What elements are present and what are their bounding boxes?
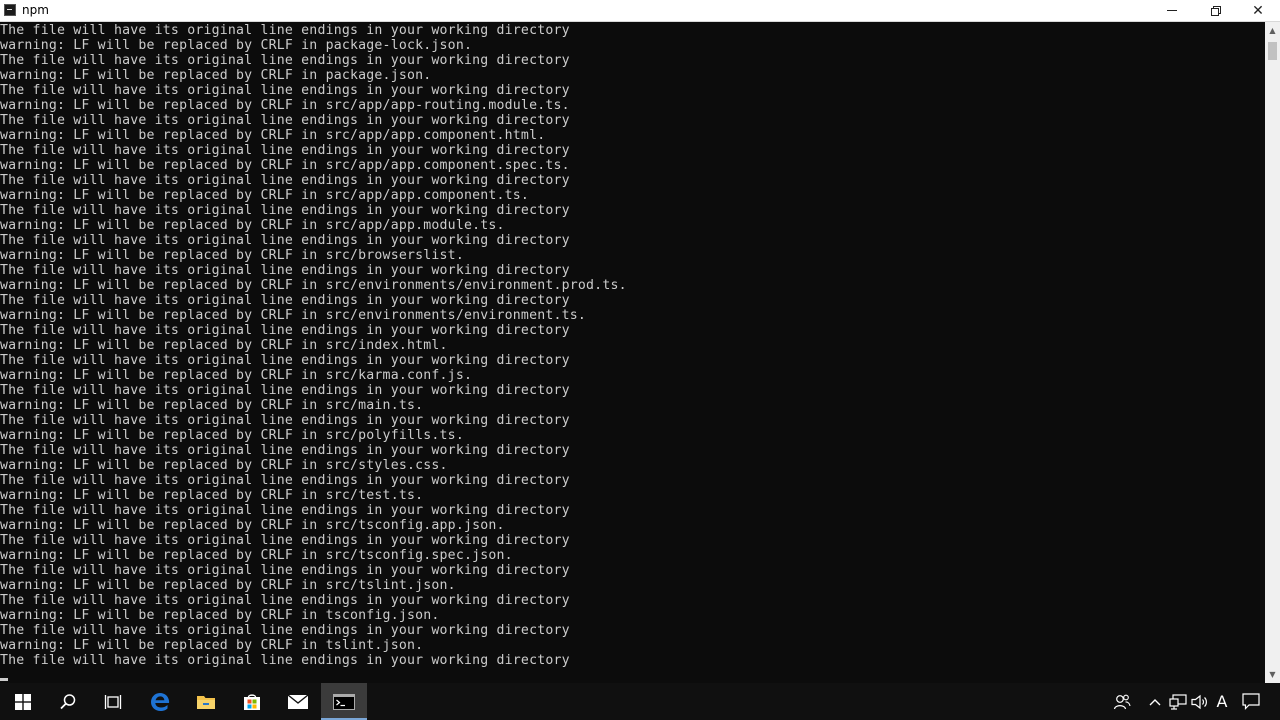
task-view-icon xyxy=(104,694,122,709)
people-icon xyxy=(1113,694,1131,709)
console-line: warning: LF will be replaced by CRLF in … xyxy=(0,158,570,173)
scroll-down-arrow-icon[interactable]: ▼ xyxy=(1265,666,1280,683)
console-line: The file will have its original line end… xyxy=(0,293,570,308)
console-line: The file will have its original line end… xyxy=(0,383,570,398)
show-hidden-icons-button[interactable] xyxy=(1146,683,1164,720)
taskbar-edge[interactable] xyxy=(137,683,183,720)
console-line: warning: LF will be replaced by CRLF in … xyxy=(0,338,448,353)
console-line: warning: LF will be replaced by CRLF in … xyxy=(0,38,473,53)
store-icon xyxy=(244,693,260,710)
console-line: warning: LF will be replaced by CRLF in … xyxy=(0,398,424,413)
console-line: warning: LF will be replaced by CRLF in … xyxy=(0,548,513,563)
console-line: The file will have its original line end… xyxy=(0,233,570,248)
console-line: warning: LF will be replaced by CRLF in … xyxy=(0,128,546,143)
action-center-button[interactable] xyxy=(1238,683,1264,720)
scrollbar-thumb[interactable] xyxy=(1268,42,1277,60)
console-line: warning: LF will be replaced by CRLF in … xyxy=(0,218,505,233)
input-method-indicator[interactable]: A xyxy=(1212,683,1232,720)
chevron-up-icon xyxy=(1149,698,1161,705)
console-line: warning: LF will be replaced by CRLF in … xyxy=(0,428,464,443)
console-line: The file will have its original line end… xyxy=(0,173,570,188)
minimize-button[interactable] xyxy=(1150,0,1194,21)
taskbar-command-prompt[interactable] xyxy=(321,683,367,720)
console-line: The file will have its original line end… xyxy=(0,533,570,548)
vertical-scrollbar[interactable]: ▲ ▼ xyxy=(1265,22,1280,683)
console-line: warning: LF will be replaced by CRLF in … xyxy=(0,368,473,383)
console-line: The file will have its original line end… xyxy=(0,203,570,218)
window-title: npm xyxy=(22,3,49,17)
console-line: The file will have its original line end… xyxy=(0,143,570,158)
start-button[interactable] xyxy=(0,683,46,720)
console-line: The file will have its original line end… xyxy=(0,653,570,668)
minimize-icon xyxy=(1167,10,1177,11)
taskbar: A xyxy=(0,683,1280,720)
taskbar-file-explorer[interactable] xyxy=(183,683,229,720)
restore-button[interactable] xyxy=(1194,0,1238,21)
console-lines: The file will have its original line end… xyxy=(0,23,627,668)
text-cursor xyxy=(0,678,8,681)
console-line: The file will have its original line end… xyxy=(0,503,570,518)
edge-browser-icon xyxy=(151,692,170,711)
console-line: The file will have its original line end… xyxy=(0,593,570,608)
console-line: warning: LF will be replaced by CRLF in … xyxy=(0,488,424,503)
volume-icon xyxy=(1191,694,1207,709)
scroll-up-arrow-icon[interactable]: ▲ xyxy=(1265,22,1280,39)
console-line: The file will have its original line end… xyxy=(0,413,570,428)
console-line: The file will have its original line end… xyxy=(0,473,570,488)
console-line: warning: LF will be replaced by CRLF in … xyxy=(0,248,464,263)
network-button[interactable] xyxy=(1168,683,1188,720)
console-line: The file will have its original line end… xyxy=(0,563,570,578)
console-line: The file will have its original line end… xyxy=(0,113,570,128)
network-icon xyxy=(1169,693,1187,710)
file-explorer-icon xyxy=(197,695,215,709)
console-line: The file will have its original line end… xyxy=(0,23,570,38)
volume-button[interactable] xyxy=(1190,683,1210,720)
console-line: warning: LF will be replaced by CRLF in … xyxy=(0,98,570,113)
taskbar-mail[interactable] xyxy=(275,683,321,720)
notification-icon xyxy=(1242,693,1260,710)
console-line: warning: LF will be replaced by CRLF in … xyxy=(0,458,448,473)
people-button[interactable] xyxy=(1108,683,1136,720)
command-prompt-icon xyxy=(333,693,355,710)
console-line: The file will have its original line end… xyxy=(0,323,570,338)
close-icon: ✕ xyxy=(1252,2,1264,19)
close-button[interactable]: ✕ xyxy=(1236,0,1280,21)
console-line: warning: LF will be replaced by CRLF in … xyxy=(0,638,424,653)
console-line: The file will have its original line end… xyxy=(0,353,570,368)
console-line: The file will have its original line end… xyxy=(0,443,570,458)
console-line: warning: LF will be replaced by CRLF in … xyxy=(0,278,627,293)
console-output[interactable]: The file will have its original line end… xyxy=(0,22,1265,682)
task-view-button[interactable] xyxy=(90,683,136,720)
command-prompt-icon xyxy=(4,4,16,16)
console-line: The file will have its original line end… xyxy=(0,623,570,638)
console-line: The file will have its original line end… xyxy=(0,53,570,68)
restore-icon xyxy=(1211,5,1221,16)
title-bar[interactable]: npm ✕ xyxy=(0,0,1280,22)
console-line: warning: LF will be replaced by CRLF in … xyxy=(0,68,432,83)
console-line: warning: LF will be replaced by CRLF in … xyxy=(0,188,530,203)
search-icon xyxy=(60,693,76,709)
search-button[interactable] xyxy=(45,683,91,720)
console-line: warning: LF will be replaced by CRLF in … xyxy=(0,518,505,533)
windows-start-icon xyxy=(15,693,31,710)
console-line: warning: LF will be replaced by CRLF in … xyxy=(0,608,440,623)
taskbar-store[interactable] xyxy=(229,683,275,720)
console-line: warning: LF will be replaced by CRLF in … xyxy=(0,308,587,323)
console-line: warning: LF will be replaced by CRLF in … xyxy=(0,578,456,593)
console-line: The file will have its original line end… xyxy=(0,263,570,278)
console-line: The file will have its original line end… xyxy=(0,83,570,98)
mail-icon xyxy=(287,693,309,709)
